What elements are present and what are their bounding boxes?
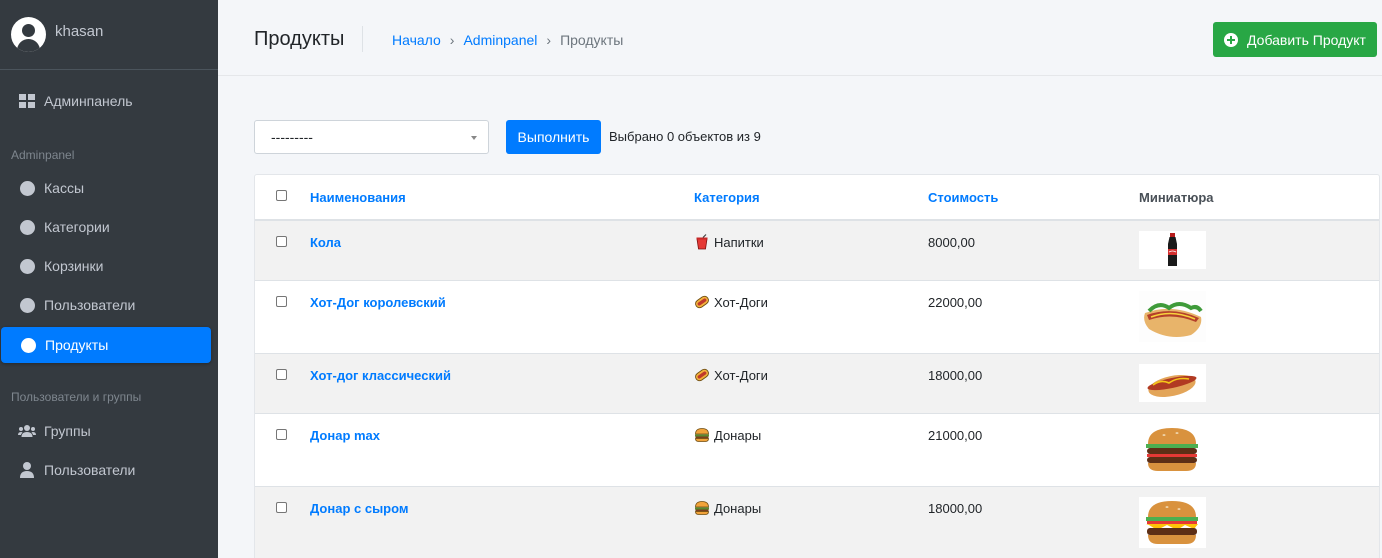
title-divider <box>362 26 363 52</box>
table-row: Хот-дог классический Хот-Доги 18000,00 <box>255 353 1379 413</box>
product-name-link[interactable]: Донар max <box>310 428 380 443</box>
content-header: Продукты Начало › Adminpanel › Продукты … <box>218 0 1382 76</box>
sidebar-item-carts[interactable]: Корзинки <box>0 248 218 284</box>
product-name-link[interactable]: Донар с сыром <box>310 501 409 516</box>
category-label: Хот-Доги <box>714 294 768 310</box>
sidebar-item-label: Кассы <box>44 180 85 196</box>
sidebar-section-header: Пользователи и группы <box>11 390 142 404</box>
page-title: Продукты <box>254 28 345 50</box>
category-cell: Напитки <box>694 234 764 250</box>
column-header-price[interactable]: Стоимость <box>928 190 998 205</box>
sidebar: khasan Админпанель Adminpanel Кассы Кате… <box>0 0 218 558</box>
category-cell: Донары <box>694 500 761 516</box>
circle-icon <box>18 296 36 314</box>
plus-circle-icon <box>1224 32 1239 47</box>
sidebar-item-label: Группы <box>44 423 91 439</box>
caret-down-icon <box>471 136 477 140</box>
hotdog-royal-thumbnail <box>1139 291 1206 342</box>
product-name-link[interactable]: Хот-Дог королевский <box>310 295 446 310</box>
cola-bottle-thumbnail <box>1139 231 1206 269</box>
table-row: Хот-Дог королевский Хот-Доги 22000,00 <box>255 280 1379 353</box>
category-label: Напитки <box>714 234 764 250</box>
sidebar-item-label: Категории <box>44 219 110 235</box>
user-avatar-icon[interactable] <box>11 17 46 52</box>
action-select-value: --------- <box>271 129 313 145</box>
sidebar-item-categories[interactable]: Категории <box>0 209 218 245</box>
user-panel[interactable]: khasan <box>0 0 218 70</box>
price-cell: 22000,00 <box>928 295 983 310</box>
breadcrumb-link-home[interactable]: Начало <box>392 32 441 48</box>
sidebar-item-products[interactable]: Продукты <box>1 327 211 363</box>
category-cell: Хот-Доги <box>694 367 768 383</box>
circle-icon <box>19 336 37 354</box>
add-product-label: Добавить Продукт <box>1247 31 1366 48</box>
column-header-category[interactable]: Категория <box>694 190 760 205</box>
drink-icon <box>694 234 710 250</box>
users-icon <box>18 422 36 440</box>
sidebar-item-dashboard[interactable]: Админпанель <box>0 83 218 119</box>
circle-icon <box>18 179 36 197</box>
category-label: Донары <box>714 500 762 516</box>
sidebar-item-label: Пользователи <box>44 462 136 478</box>
column-header-name[interactable]: Наименования <box>310 190 406 205</box>
sidebar-item-label: Корзинки <box>44 258 104 274</box>
row-checkbox[interactable] <box>276 429 287 440</box>
category-cell: Хот-Доги <box>694 294 768 310</box>
breadcrumb-separator: › <box>546 32 552 48</box>
hotdog-icon <box>694 294 710 310</box>
row-checkbox[interactable] <box>276 236 287 247</box>
user-name[interactable]: khasan <box>55 23 103 40</box>
row-checkbox[interactable] <box>276 502 287 513</box>
category-label: Хот-Доги <box>714 367 768 383</box>
table-row: Донар max Донары 21000,00 <box>255 413 1379 486</box>
run-action-button[interactable]: Выполнить <box>506 120 601 154</box>
add-product-button[interactable]: Добавить Продукт <box>1213 22 1377 57</box>
products-table: Наименования Категория Стоимость Миниатю… <box>254 174 1380 558</box>
breadcrumb-separator: › <box>449 32 455 48</box>
sidebar-section-header: Adminpanel <box>11 148 75 162</box>
burger-icon <box>694 500 710 516</box>
sidebar-item-label: Пользователи <box>44 297 136 313</box>
column-header-thumbnail: Миниатюра <box>1139 190 1214 205</box>
sidebar-item-kassy[interactable]: Кассы <box>0 170 218 206</box>
category-label: Донары <box>714 427 762 443</box>
breadcrumb-link-adminpanel[interactable]: Adminpanel <box>463 32 537 48</box>
sidebar-item-groups[interactable]: Группы <box>0 413 218 449</box>
product-name-link[interactable]: Хот-дог классический <box>310 368 451 383</box>
hotdog-classic-thumbnail <box>1139 364 1206 402</box>
dashboard-icon <box>18 92 36 110</box>
circle-icon <box>18 257 36 275</box>
table-row: Донар с сыром Донары 18000,00 <box>255 486 1379 558</box>
burger-icon <box>694 427 710 443</box>
price-cell: 18000,00 <box>928 501 983 516</box>
sidebar-item-label: Продукты <box>45 337 109 353</box>
price-cell: 21000,00 <box>928 428 983 443</box>
breadcrumb: Начало › Adminpanel › Продукты <box>392 32 623 48</box>
selection-counter: Выбрано 0 объектов из 9 <box>609 129 761 144</box>
product-name-link[interactable]: Кола <box>310 235 341 250</box>
sidebar-item-users-admin[interactable]: Пользователи <box>0 287 218 323</box>
select-all-checkbox[interactable] <box>276 190 287 201</box>
row-checkbox[interactable] <box>276 296 287 307</box>
burger-thumbnail <box>1139 424 1206 475</box>
category-cell: Донары <box>694 427 761 443</box>
row-checkbox[interactable] <box>276 369 287 380</box>
cheeseburger-thumbnail <box>1139 497 1206 548</box>
table-row: Кола Напитки 8000,00 <box>255 220 1379 280</box>
sidebar-item-users[interactable]: Пользователи <box>0 452 218 488</box>
hotdog-icon <box>694 367 710 383</box>
action-select[interactable]: --------- <box>254 120 489 154</box>
price-cell: 18000,00 <box>928 368 983 383</box>
table-header: Наименования Категория Стоимость Миниатю… <box>255 175 1379 221</box>
circle-icon <box>18 218 36 236</box>
price-cell: 8000,00 <box>928 235 975 250</box>
user-icon <box>18 461 36 479</box>
breadcrumb-current: Продукты <box>560 32 624 48</box>
sidebar-item-label: Админпанель <box>44 93 133 109</box>
